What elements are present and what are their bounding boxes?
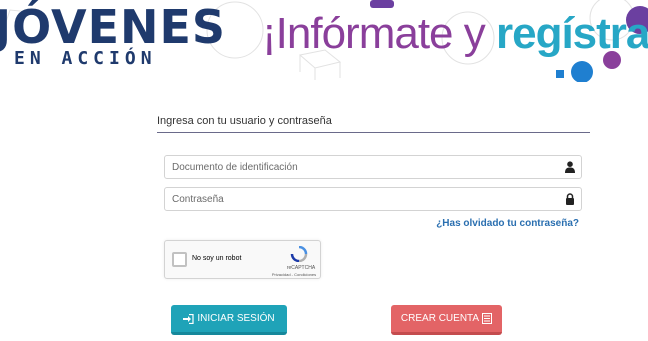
recaptcha-links[interactable]: Privacidad - Condiciones <box>268 272 320 277</box>
header-banner: JÓVENES EN ACCIÓN ¡Infórmate y regístrat… <box>0 0 648 82</box>
sign-in-icon <box>183 313 194 324</box>
recaptcha-widget: No soy un robot reCAPTCHA Privacidad - C… <box>164 240 321 279</box>
recaptcha-logo-icon <box>290 246 308 262</box>
recaptcha-label: No soy un robot <box>192 255 242 262</box>
password-input[interactable] <box>172 191 552 207</box>
password-field[interactable] <box>164 187 582 211</box>
username-field[interactable] <box>164 155 582 179</box>
user-icon <box>565 161 575 173</box>
recaptcha-brand: reCAPTCHA <box>286 265 316 271</box>
login-button-label: INICIAR SESIÓN <box>197 313 275 324</box>
logo-main-text: JÓVENES <box>0 0 227 54</box>
recaptcha-checkbox[interactable] <box>172 252 187 267</box>
jovenes-en-accion-logo: JÓVENES EN ACCIÓN <box>0 0 227 69</box>
register-button-label: CREAR CUENTA <box>400 313 480 324</box>
username-input[interactable] <box>172 159 552 175</box>
slogan: ¡Infórmate y regístrate! <box>262 8 648 60</box>
slogan-register: regístrate! <box>495 9 648 58</box>
list-icon <box>482 313 493 324</box>
login-button[interactable]: INICIAR SESIÓN <box>171 305 287 335</box>
register-button[interactable]: CREAR CUENTA <box>391 305 502 335</box>
logo-sub-text: EN ACCIÓN <box>14 48 157 69</box>
login-title: Ingresa con tu usuario y contraseña <box>157 115 332 127</box>
forgot-password-link[interactable]: ¿Has olvidado tu contraseña? <box>436 218 579 229</box>
title-divider <box>157 132 590 133</box>
slogan-inform: ¡Infórmate y <box>262 9 496 58</box>
lock-icon <box>566 193 574 205</box>
